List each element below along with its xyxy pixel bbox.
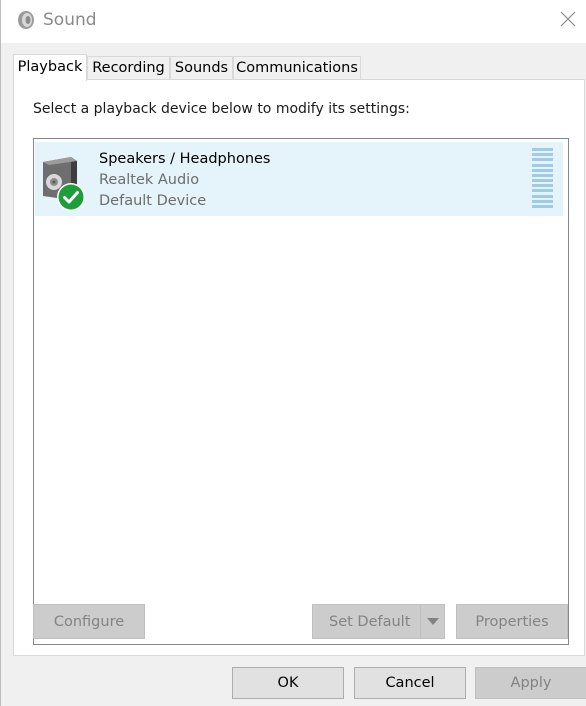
green-check-icon xyxy=(56,182,86,212)
window-title: Sound xyxy=(43,10,97,30)
device-list[interactable]: Speakers / Headphones Realtek Audio Defa… xyxy=(33,138,569,645)
set-default-button[interactable]: Set Default xyxy=(312,604,445,639)
playback-panel: Select a playback device below to modify… xyxy=(13,79,585,656)
cancel-button[interactable]: Cancel xyxy=(354,667,466,699)
tab-playback[interactable]: Playback xyxy=(13,54,87,81)
properties-label: Properties xyxy=(475,613,549,630)
properties-button[interactable]: Properties xyxy=(456,604,568,639)
tab-recording[interactable]: Recording xyxy=(87,56,170,80)
ok-label: OK xyxy=(277,675,299,691)
volume-level-meter xyxy=(532,148,553,208)
title-bar: Sound xyxy=(1,0,586,43)
close-button[interactable] xyxy=(551,6,585,36)
configure-button[interactable]: Configure xyxy=(33,604,145,639)
sound-dialog: Sound Playback Recording Sounds Communic… xyxy=(0,0,586,706)
instruction-text: Select a playback device below to modify… xyxy=(33,101,410,117)
apply-label: Apply xyxy=(510,675,552,691)
close-icon xyxy=(560,11,576,31)
device-driver: Realtek Audio xyxy=(99,172,200,188)
device-status: Default Device xyxy=(99,193,207,209)
cancel-label: Cancel xyxy=(385,675,435,691)
set-default-dropdown[interactable] xyxy=(420,605,444,638)
device-item-speakers[interactable]: Speakers / Headphones Realtek Audio Defa… xyxy=(35,142,563,216)
apply-button[interactable]: Apply xyxy=(475,667,586,699)
chevron-down-icon xyxy=(426,614,439,630)
set-default-label: Set Default xyxy=(329,613,411,630)
tab-sounds[interactable]: Sounds xyxy=(170,56,233,80)
tab-communications[interactable]: Communications xyxy=(233,56,361,80)
speaker-icon xyxy=(16,10,36,30)
configure-label: Configure xyxy=(53,613,125,630)
device-name: Speakers / Headphones xyxy=(99,151,271,167)
ok-button[interactable]: OK xyxy=(232,667,344,699)
